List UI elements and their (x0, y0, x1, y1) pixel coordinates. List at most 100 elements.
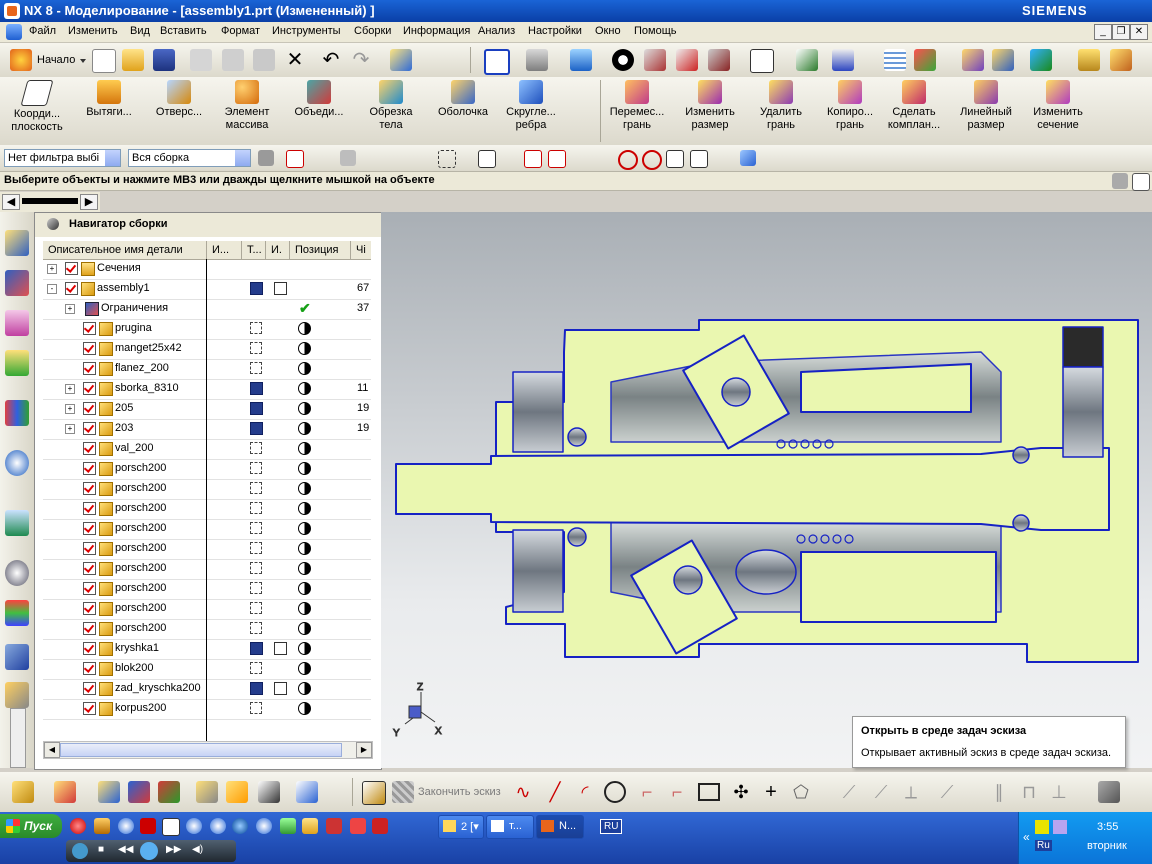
extrude-button[interactable]: Вытяги... (78, 80, 140, 119)
web-browser-tab-icon[interactable] (5, 510, 29, 536)
quick-extend-icon[interactable]: ⟋ (870, 781, 892, 803)
quicklaunch-tool-icon[interactable] (350, 818, 366, 834)
visibility-checkbox[interactable] (83, 582, 96, 595)
scroll-right-icon[interactable]: ▶ (80, 194, 98, 210)
part-navigator-tab-icon[interactable] (5, 310, 29, 336)
graphics-window[interactable]: Z Y X (381, 212, 1152, 768)
visibility-checkbox[interactable] (83, 522, 96, 535)
measure-icon[interactable] (1078, 49, 1100, 71)
new-component-icon[interactable] (54, 781, 76, 803)
column-modified[interactable]: И. (271, 244, 282, 256)
status-window-icon[interactable] (1132, 173, 1150, 191)
copy-icon[interactable] (222, 49, 244, 71)
trim-body-button[interactable]: Обрезка тела (360, 80, 422, 132)
minimize-button[interactable]: _ (1094, 24, 1112, 40)
edge-blend-button[interactable]: Скругле... ребра (500, 80, 562, 132)
list-icon[interactable] (884, 49, 906, 71)
sketch-icon[interactable] (362, 781, 386, 805)
visibility-checkbox[interactable] (83, 502, 96, 515)
visibility-checkbox[interactable] (83, 622, 96, 635)
datum-csys-icon[interactable] (914, 49, 936, 71)
rectangle-icon[interactable] (698, 783, 720, 801)
visibility-checkbox[interactable] (83, 422, 96, 435)
document-icon[interactable] (6, 24, 22, 40)
scroll-thumb[interactable] (60, 743, 342, 757)
scroll-left-icon[interactable]: ◀ (44, 742, 60, 758)
menu-insert[interactable]: Вставить (160, 25, 207, 37)
bounded-icon[interactable] (740, 150, 756, 166)
profile-icon[interactable]: ∿ (512, 781, 534, 803)
edit-section-icon[interactable] (708, 49, 730, 71)
tree-row[interactable]: flanez_200 (43, 359, 371, 380)
point-on-curve-icon[interactable] (690, 150, 708, 168)
reposition-icon[interactable] (158, 781, 180, 803)
visibility-checkbox[interactable] (83, 542, 96, 555)
scroll-left-icon[interactable]: ◀ (2, 194, 20, 210)
tree-row[interactable]: blok200 (43, 659, 371, 680)
column-description[interactable]: Описательное имя детали (48, 244, 183, 256)
quadrant-point-icon[interactable] (642, 150, 662, 170)
taskbar-item-folder[interactable]: 2 [▾ (438, 815, 484, 839)
quicklaunch-browser-icon[interactable] (118, 818, 134, 834)
expand-icon[interactable]: + (65, 384, 75, 394)
move-face-button[interactable]: Перемес... грань (604, 80, 670, 132)
column-info[interactable]: И... (212, 244, 229, 256)
pin-icon[interactable] (47, 218, 59, 230)
expand-icon[interactable]: + (65, 404, 75, 414)
tray-security-icon[interactable] (1035, 820, 1049, 834)
quicklaunch-opera-icon[interactable] (70, 818, 86, 834)
language-indicator[interactable]: RU (600, 819, 623, 834)
tree-row[interactable]: porsch200 (43, 539, 371, 560)
volume-icon[interactable]: ◀) (192, 844, 203, 855)
clearance-icon[interactable] (296, 781, 318, 803)
visibility-checkbox[interactable] (83, 402, 96, 415)
open-folder-icon[interactable] (122, 49, 144, 71)
geometric-constraints-icon[interactable]: ⊓ (1018, 781, 1040, 803)
tree-row[interactable]: kryshka1 (43, 639, 371, 660)
quicklaunch-folder-icon[interactable] (302, 818, 318, 834)
tree-row[interactable]: + Сечения (43, 259, 371, 280)
add-component-icon[interactable] (12, 781, 34, 803)
play-icon[interactable] (72, 843, 88, 859)
palette-tab-icon[interactable] (5, 600, 29, 626)
selection-scope-dropdown[interactable]: Вся сборка (128, 149, 251, 167)
expand-icon[interactable]: + (65, 304, 75, 314)
delete-face-button[interactable]: Удалить грань (750, 80, 812, 132)
menu-information[interactable]: Информация (403, 25, 470, 37)
clip-section-icon[interactable] (676, 49, 698, 71)
menu-file[interactable]: Файл (29, 25, 56, 37)
quicklaunch-ie-icon[interactable] (232, 818, 248, 834)
stop-icon[interactable]: ■ (98, 844, 104, 855)
hole-button[interactable]: Отверс... (148, 80, 210, 119)
menu-view[interactable]: Вид (130, 25, 150, 37)
finish-sketch-icon[interactable] (392, 781, 414, 803)
design-tool-icon[interactable] (992, 49, 1014, 71)
redo-icon[interactable]: ↷ (350, 49, 372, 71)
taskbar-item-nx[interactable]: N... (536, 815, 584, 839)
quick-trim-icon[interactable]: ⟋ (838, 781, 860, 803)
restore-button[interactable]: ❐ (1112, 24, 1130, 40)
exploded-view-icon[interactable] (196, 781, 218, 803)
visibility-checkbox[interactable] (83, 662, 96, 675)
quicklaunch-nero-icon[interactable] (280, 818, 296, 834)
repeat-command-icon[interactable] (390, 49, 412, 71)
column-count[interactable]: Чі (356, 244, 366, 256)
pause-icon[interactable] (140, 842, 158, 860)
resource-bar-scrollbar[interactable] (10, 708, 26, 768)
tree-row[interactable]: +203 19 (43, 419, 371, 440)
visibility-checkbox[interactable] (83, 362, 96, 375)
select-feature-icon[interactable] (286, 150, 304, 168)
point-icon[interactable]: + (760, 781, 782, 803)
start-button[interactable]: Пуск (0, 814, 62, 838)
constraint-navigator-tab-icon[interactable] (5, 270, 29, 296)
finish-sketch-button[interactable]: Закончить эскиз (418, 786, 501, 798)
quicklaunch-search2-icon[interactable] (210, 818, 226, 834)
background-icon[interactable] (750, 49, 774, 73)
close-button[interactable]: ✕ (1130, 24, 1148, 40)
next-icon[interactable]: ▶▶ (166, 844, 181, 855)
menu-edit[interactable]: Изменить (68, 25, 118, 37)
tree-row[interactable]: porsch200 (43, 479, 371, 500)
sequence-icon[interactable] (226, 781, 248, 803)
menu-preferences[interactable]: Настройки (528, 25, 582, 37)
arc-icon[interactable]: ◜ (574, 781, 596, 803)
